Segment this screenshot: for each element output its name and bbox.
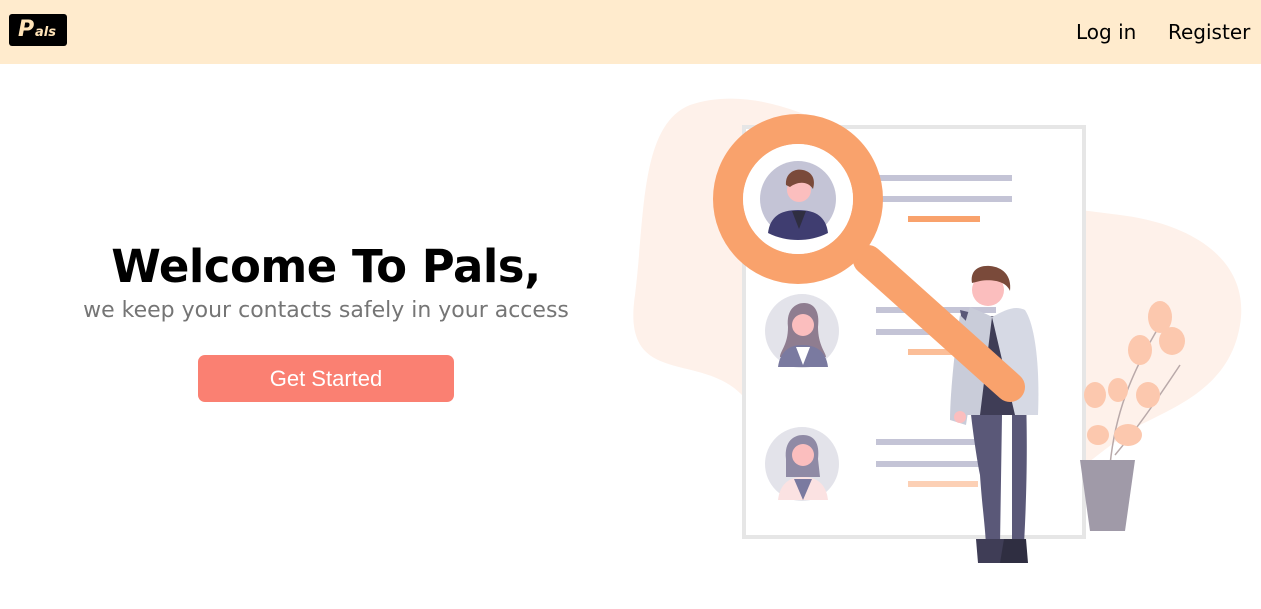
hero-subtitle: we keep your contacts safely in your acc… [83,298,569,323]
contacts-search-illustration [633,98,1242,563]
logo-letter: P [18,17,35,42]
login-link[interactable]: Log in [1076,20,1136,44]
logo-text: als [35,25,56,40]
pals-logo[interactable]: P als [9,14,67,46]
navbar: P als Log in Register [0,0,1261,64]
get-started-button[interactable]: Get Started [198,355,454,402]
register-link[interactable]: Register [1168,20,1250,44]
hero-title: Welcome To Pals, [111,240,541,293]
